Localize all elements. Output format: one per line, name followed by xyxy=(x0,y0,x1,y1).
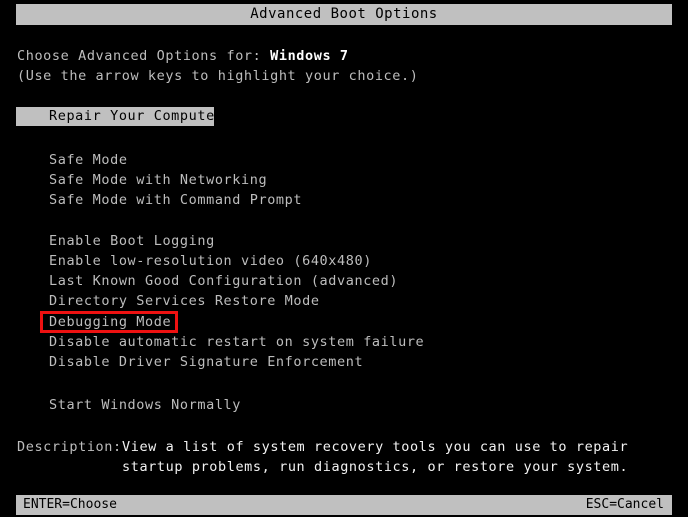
menu-item[interactable]: Enable Boot Logging xyxy=(49,231,215,251)
os-name-label: Windows 7 xyxy=(270,48,349,64)
menu-item[interactable]: Disable automatic restart on system fail… xyxy=(49,332,424,352)
description-label: Description: xyxy=(17,439,122,455)
description-text-line-2: startup problems, run diagnostics, or re… xyxy=(122,459,629,475)
menu-item-repair-your-computer[interactable]: Repair Your Computer xyxy=(16,107,223,126)
menu-item[interactable]: Safe Mode with Command Prompt xyxy=(49,190,302,210)
intro-prompt-prefix: Choose Advanced Options for: xyxy=(17,48,271,64)
status-esc-cancel: ESC=Cancel xyxy=(585,497,664,512)
menu-item[interactable]: Last Known Good Configuration (advanced) xyxy=(49,271,398,291)
menu-item[interactable]: Safe Mode xyxy=(49,150,128,170)
menu-item[interactable]: Start Windows Normally xyxy=(49,395,241,415)
menu-item[interactable]: Directory Services Restore Mode xyxy=(49,291,320,311)
intro-hint-line: (Use the arrow keys to highlight your ch… xyxy=(17,68,419,84)
menu-item[interactable]: Safe Mode with Networking xyxy=(49,170,267,190)
menu-item[interactable]: Enable low-resolution video (640x480) xyxy=(49,251,372,271)
description-text-line-1: View a list of system recovery tools you… xyxy=(122,439,629,455)
status-enter-choose: ENTER=Choose xyxy=(23,497,117,512)
intro-prompt-line: Choose Advanced Options for: Windows 7 xyxy=(17,46,349,66)
status-bar: ENTER=Choose ESC=Cancel xyxy=(16,495,672,515)
advanced-boot-options-screen: Advanced Boot Options Choose Advanced Op… xyxy=(0,0,688,517)
page-title: Advanced Boot Options xyxy=(16,4,672,25)
menu-item[interactable]: Debugging Mode xyxy=(49,312,171,332)
menu-item[interactable]: Disable Driver Signature Enforcement xyxy=(49,352,363,372)
